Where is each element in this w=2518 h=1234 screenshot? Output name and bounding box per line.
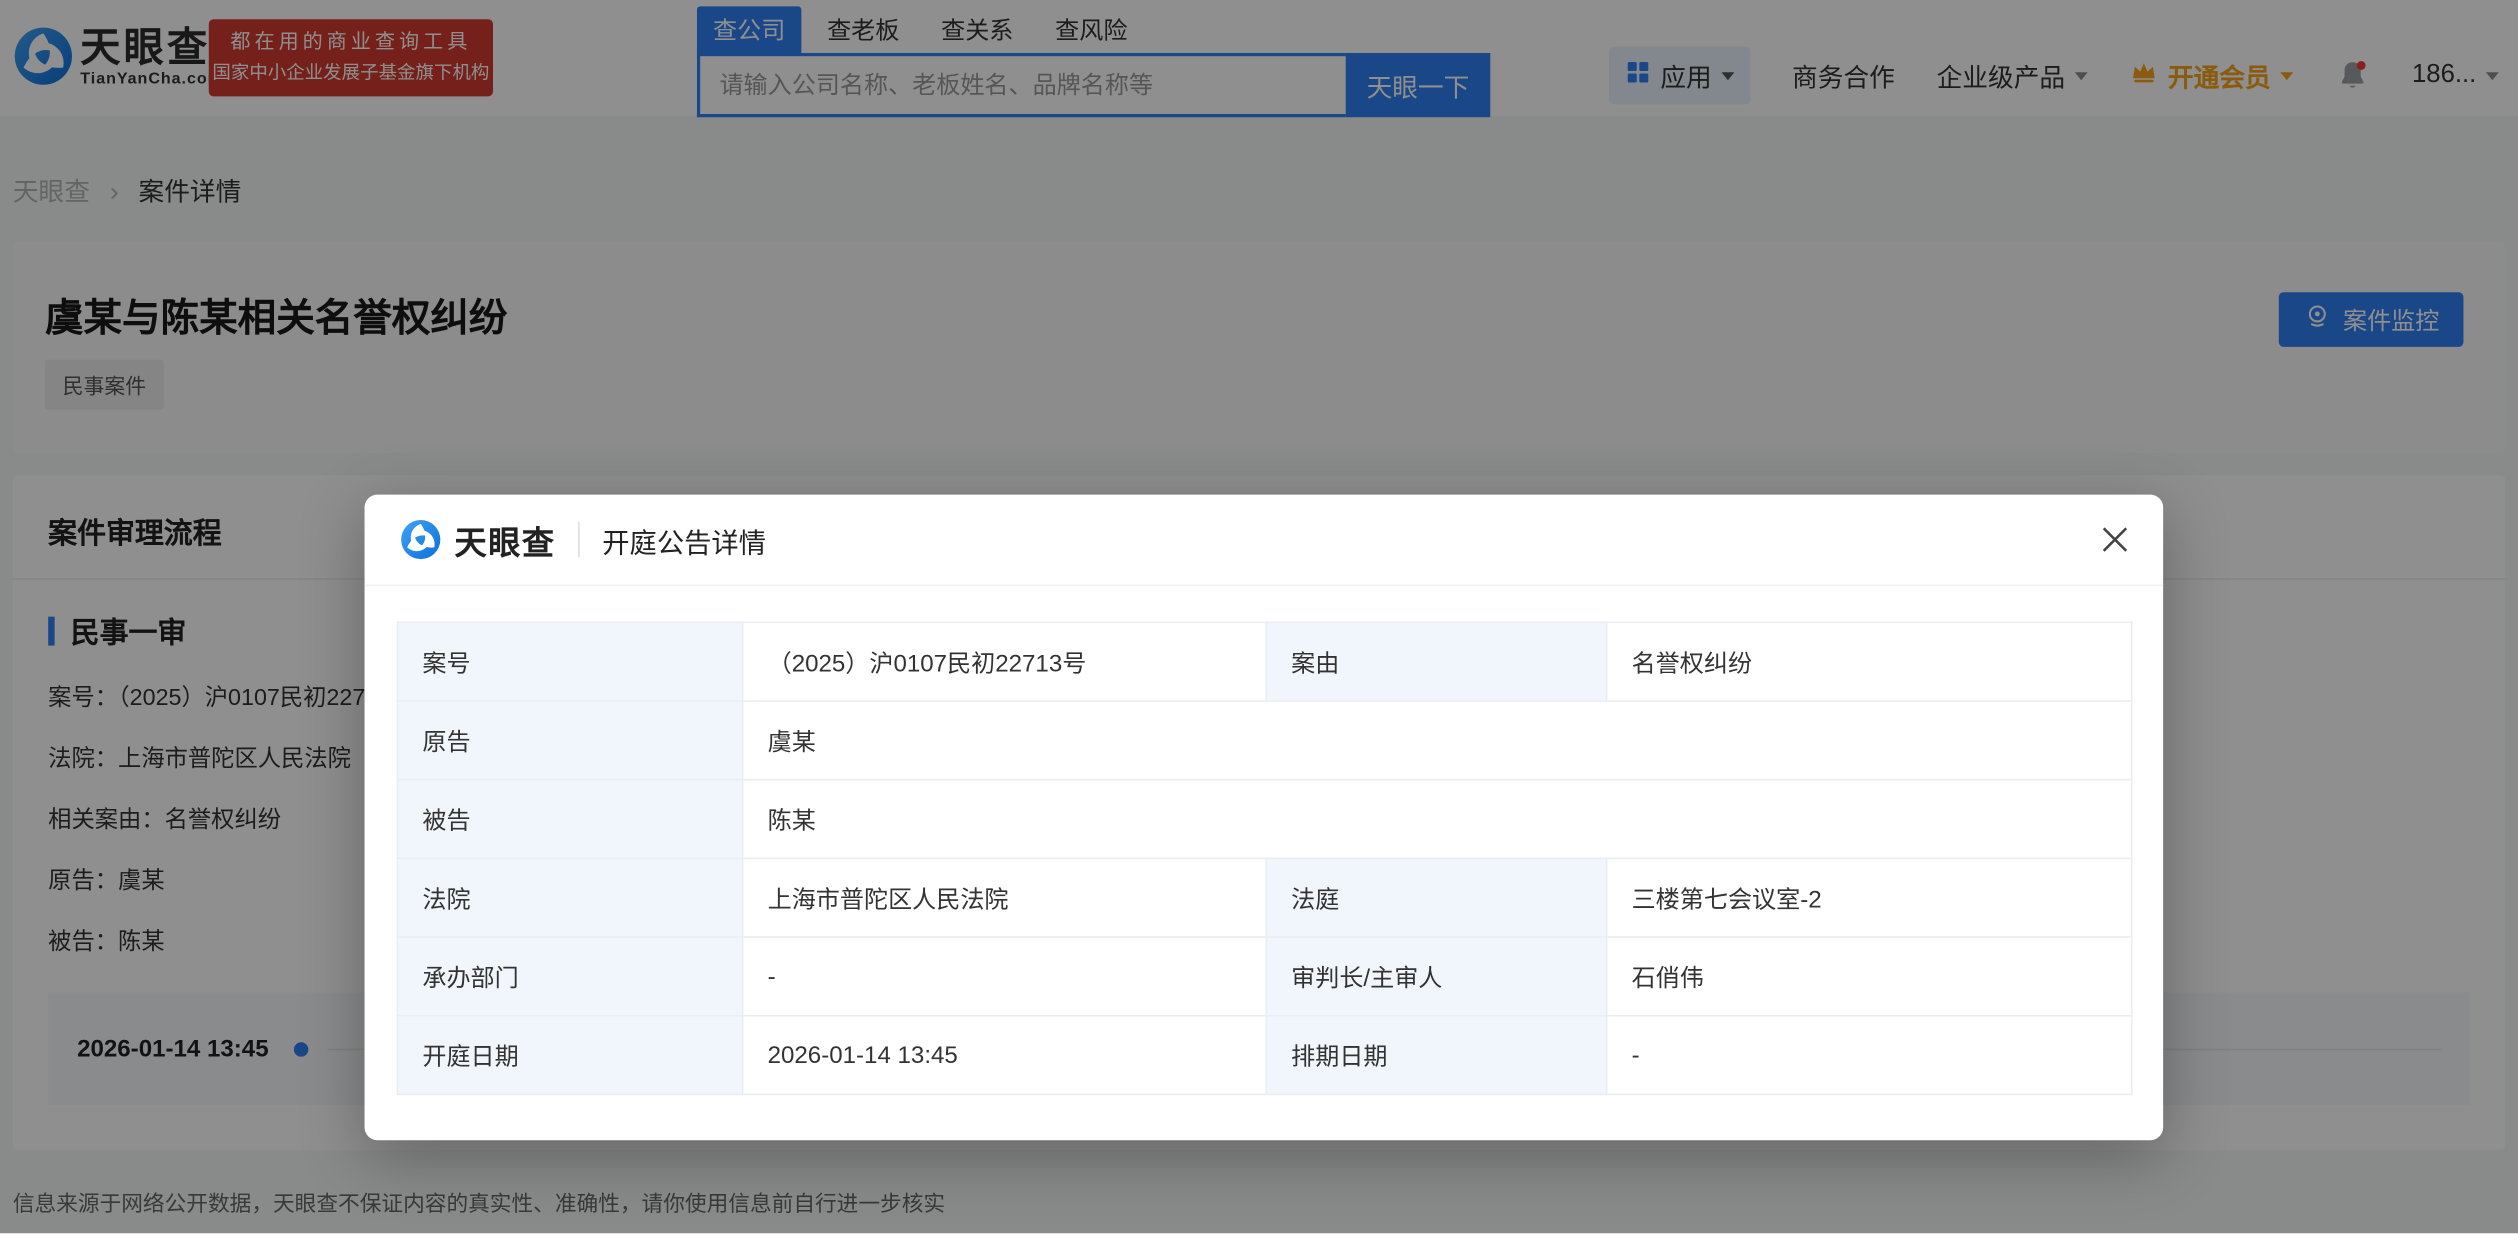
table-row: 承办部门 - 审判长/主审人 石俏伟 — [396, 936, 2133, 1017]
cell-label: 案由 — [1265, 621, 1608, 702]
close-icon[interactable] — [2096, 520, 2135, 559]
cell-value: 三楼第七会议室-2 — [1605, 857, 2133, 938]
modal-body: 案号 （2025）沪0107民初22713号 案由 名誉权纠纷 原告 虞某 被告… — [365, 586, 2164, 1096]
cell-value: 陈某 — [741, 778, 2133, 860]
hearing-detail-modal: 天眼查 开庭公告详情 案号 （2025）沪0107民初22713号 案由 名誉权… — [364, 494, 2164, 1141]
cell-label: 被告 — [396, 778, 744, 860]
cell-value: 虞某 — [741, 700, 2133, 781]
cell-value: - — [741, 936, 1268, 1017]
cell-label: 承办部门 — [396, 936, 744, 1017]
cell-label: 原告 — [396, 700, 744, 781]
cell-value: - — [1605, 1014, 2133, 1096]
cell-value: 石俏伟 — [1605, 936, 2133, 1017]
cell-value: （2025）沪0107民初22713号 — [741, 621, 1268, 702]
table-row: 案号 （2025）沪0107民初22713号 案由 名誉权纠纷 — [396, 621, 2133, 702]
cell-value: 名誉权纠纷 — [1605, 621, 2133, 702]
modal-title: 开庭公告详情 — [602, 527, 767, 559]
page: 天眼查 TianYanCha.com 都在用的商业查询工具 国家中小企业发展子基… — [0, 0, 2518, 1234]
hearing-detail-table: 案号 （2025）沪0107民初22713号 案由 名誉权纠纷 原告 虞某 被告… — [396, 621, 2133, 1096]
table-row: 法院 上海市普陀区人民法院 法庭 三楼第七会议室-2 — [396, 857, 2133, 938]
cell-label: 审判长/主审人 — [1265, 936, 1608, 1017]
table-row: 原告 虞某 — [396, 700, 2133, 781]
cell-value: 上海市普陀区人民法院 — [741, 857, 1268, 938]
cell-label: 排期日期 — [1265, 1014, 1608, 1096]
modal-header: 天眼查 开庭公告详情 — [364, 495, 2164, 587]
table-row: 被告 陈某 — [396, 778, 2133, 860]
cell-label: 案号 — [396, 621, 744, 702]
cell-label: 开庭日期 — [396, 1014, 744, 1096]
cell-label: 法院 — [396, 857, 744, 938]
table-row: 开庭日期 2026-01-14 13:45 排期日期 - — [396, 1014, 2133, 1096]
modal-logo-name: 天眼查 — [454, 525, 556, 562]
modal-logo-divider — [578, 521, 580, 558]
cell-label: 法庭 — [1265, 857, 1608, 938]
tianyancha-logo-icon — [400, 519, 442, 561]
cell-value: 2026-01-14 13:45 — [741, 1014, 1268, 1096]
